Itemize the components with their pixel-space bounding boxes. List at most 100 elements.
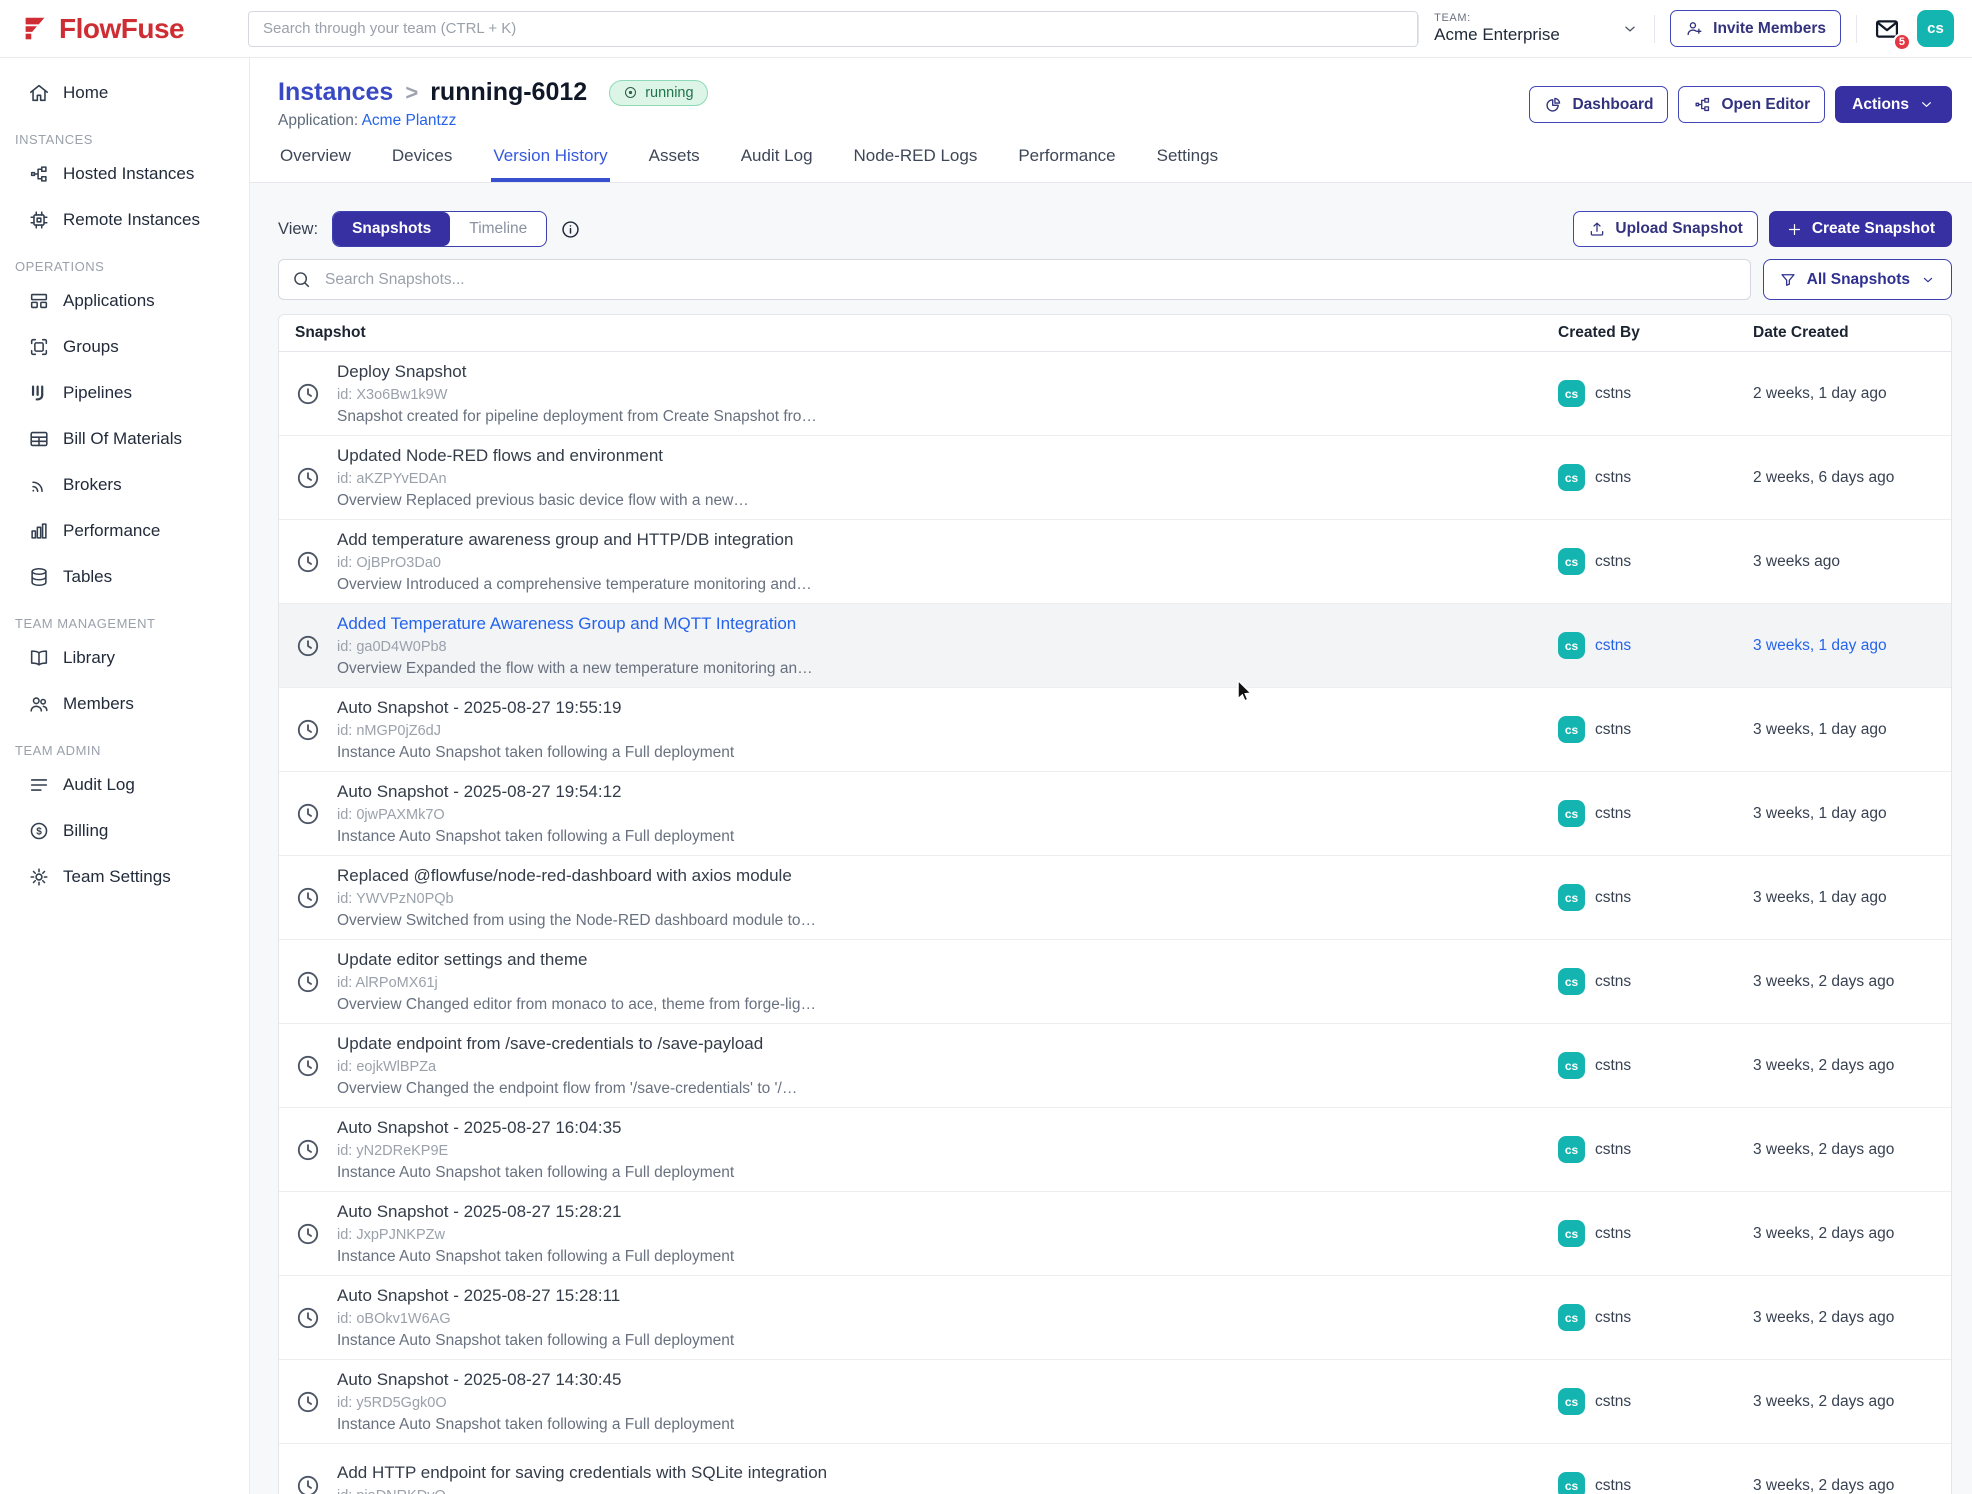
user-avatar[interactable]: cs — [1917, 10, 1954, 47]
sidebar-item-hosted-instances[interactable]: Hosted Instances — [0, 151, 249, 197]
table-row[interactable]: Add temperature awareness group and HTTP… — [279, 520, 1951, 604]
avatar: cs — [1558, 1052, 1585, 1079]
sidebar-item-audit-log[interactable]: Audit Log — [0, 762, 249, 808]
sidebar-item-tables[interactable]: Tables — [0, 554, 249, 600]
dashboard-label: Dashboard — [1572, 96, 1653, 114]
clock-icon — [295, 717, 321, 743]
date-created: 2 weeks, 1 day ago — [1753, 385, 1935, 403]
sidebar-section-instances: INSTANCES — [0, 132, 249, 147]
column-header-date-created: Date Created — [1753, 324, 1935, 342]
snapshot-filter-button[interactable]: All Snapshots — [1763, 259, 1952, 300]
sidebar-item-team-settings[interactable]: Team Settings — [0, 854, 249, 900]
table-row[interactable]: Auto Snapshot - 2025-08-27 16:04:35 id: … — [279, 1108, 1951, 1192]
table-row[interactable]: Auto Snapshot - 2025-08-27 19:54:12 id: … — [279, 772, 1951, 856]
tab-node-red-logs[interactable]: Node-RED Logs — [852, 146, 980, 182]
application-link[interactable]: Acme Plantzz — [362, 112, 457, 129]
tab-devices[interactable]: Devices — [390, 146, 454, 182]
breadcrumb-instances-link[interactable]: Instances — [278, 78, 393, 107]
sidebar-item-applications[interactable]: Applications — [0, 278, 249, 324]
snapshot-title[interactable]: Auto Snapshot - 2025-08-27 19:54:12 — [337, 782, 734, 802]
tab-audit-log[interactable]: Audit Log — [739, 146, 815, 182]
view-toggle-timeline[interactable]: Timeline — [450, 212, 546, 246]
dashboard-button[interactable]: Dashboard — [1529, 86, 1668, 123]
snapshot-description: Overview Introduced a comprehensive temp… — [337, 576, 812, 594]
team-selector[interactable]: TEAM: Acme Enterprise — [1434, 12, 1639, 45]
node-graph-icon — [1693, 95, 1712, 114]
actions-button[interactable]: Actions — [1835, 86, 1952, 123]
snapshot-title[interactable]: Update editor settings and theme — [337, 950, 816, 970]
notifications-badge: 5 — [1893, 33, 1911, 51]
view-toggle-snapshots[interactable]: Snapshots — [333, 212, 450, 246]
sidebar-item-library[interactable]: Library — [0, 635, 249, 681]
snapshot-cell: Add temperature awareness group and HTTP… — [295, 530, 1558, 594]
sidebar-item-remote-instances[interactable]: Remote Instances — [0, 197, 249, 243]
table-row[interactable]: Replaced @flowfuse/node-red-dashboard wi… — [279, 856, 1951, 940]
sidebar-section-operations: OPERATIONS — [0, 259, 249, 274]
table-row[interactable]: Deploy Snapshot id: X3o6Bw1k9W Snapshot … — [279, 352, 1951, 436]
info-button[interactable] — [560, 219, 581, 240]
snapshot-title[interactable]: Auto Snapshot - 2025-08-27 15:28:21 — [337, 1202, 734, 1222]
created-by-name: cstns — [1595, 805, 1631, 823]
invite-members-button[interactable]: Invite Members — [1670, 10, 1841, 47]
topbar-right: TEAM: Acme Enterprise Invite Members 5 c… — [1418, 10, 1972, 47]
tab-overview[interactable]: Overview — [278, 146, 353, 182]
table-row[interactable]: Auto Snapshot - 2025-08-27 15:28:11 id: … — [279, 1276, 1951, 1360]
snapshot-title[interactable]: Auto Snapshot - 2025-08-27 15:28:11 — [337, 1286, 734, 1306]
snapshot-text: Add HTTP endpoint for saving credentials… — [337, 1463, 827, 1494]
table-row[interactable]: Added Temperature Awareness Group and MQ… — [279, 604, 1951, 688]
sidebar-item-groups[interactable]: Groups — [0, 324, 249, 370]
snapshot-title[interactable]: Added Temperature Awareness Group and MQ… — [337, 614, 813, 634]
snapshot-search-input[interactable] — [278, 259, 1751, 300]
snapshot-title[interactable]: Deploy Snapshot — [337, 362, 817, 382]
brand[interactable]: FlowFuse — [0, 13, 248, 45]
created-by-name: cstns — [1595, 385, 1631, 403]
notifications-button[interactable]: 5 — [1872, 15, 1902, 43]
snapshot-title[interactable]: Auto Snapshot - 2025-08-27 19:55:19 — [337, 698, 734, 718]
table-row[interactable]: Auto Snapshot - 2025-08-27 19:55:19 id: … — [279, 688, 1951, 772]
sidebar-item-performance[interactable]: Performance — [0, 508, 249, 554]
table-row[interactable]: Auto Snapshot - 2025-08-27 14:30:45 id: … — [279, 1360, 1951, 1444]
snapshot-title[interactable]: Add HTTP endpoint for saving credentials… — [337, 1463, 827, 1483]
currency-icon: $ — [28, 820, 50, 842]
sidebar-item-home[interactable]: Home — [0, 70, 249, 116]
snapshot-title[interactable]: Add temperature awareness group and HTTP… — [337, 530, 812, 550]
upload-snapshot-button[interactable]: Upload Snapshot — [1573, 211, 1757, 247]
database-icon — [28, 566, 50, 588]
tab-version-history[interactable]: Version History — [491, 146, 609, 182]
date-created: 3 weeks, 2 days ago — [1753, 1057, 1935, 1075]
table-row[interactable]: Add HTTP endpoint for saving credentials… — [279, 1444, 1951, 1494]
upload-icon — [1588, 220, 1606, 238]
table-row[interactable]: Update endpoint from /save-credentials t… — [279, 1024, 1951, 1108]
sidebar-item-brokers[interactable]: Brokers — [0, 462, 249, 508]
chevron-down-icon — [1920, 272, 1936, 288]
sidebar-item-billing[interactable]: $ Billing — [0, 808, 249, 854]
created-by-name: cstns — [1595, 469, 1631, 487]
tab-assets[interactable]: Assets — [647, 146, 702, 182]
page-title: running-6012 — [430, 78, 587, 107]
snapshot-title[interactable]: Auto Snapshot - 2025-08-27 16:04:35 — [337, 1118, 734, 1138]
open-editor-button[interactable]: Open Editor — [1678, 86, 1825, 123]
snapshot-cell: Auto Snapshot - 2025-08-27 19:55:19 id: … — [295, 698, 1558, 762]
created-by-cell: cs cstns — [1558, 548, 1753, 575]
sidebar-item-label: Remote Instances — [63, 210, 200, 230]
sidebar-item-pipelines[interactable]: Pipelines — [0, 370, 249, 416]
snapshot-search — [278, 259, 1751, 300]
avatar: cs — [1558, 1220, 1585, 1247]
sidebar-item-members[interactable]: Members — [0, 681, 249, 727]
sidebar-item-bill-of-materials[interactable]: Bill Of Materials — [0, 416, 249, 462]
snapshot-title[interactable]: Auto Snapshot - 2025-08-27 14:30:45 — [337, 1370, 734, 1390]
create-snapshot-button[interactable]: Create Snapshot — [1769, 211, 1952, 247]
snapshot-title[interactable]: Replaced @flowfuse/node-red-dashboard wi… — [337, 866, 816, 886]
snapshot-title[interactable]: Updated Node-RED flows and environment — [337, 446, 749, 466]
snapshot-title[interactable]: Update endpoint from /save-credentials t… — [337, 1034, 797, 1054]
created-by-name: cstns — [1595, 1393, 1631, 1411]
table-row[interactable]: Auto Snapshot - 2025-08-27 15:28:21 id: … — [279, 1192, 1951, 1276]
table-row[interactable]: Updated Node-RED flows and environment i… — [279, 436, 1951, 520]
date-created: 3 weeks, 1 day ago — [1753, 889, 1935, 907]
table-row[interactable]: Update editor settings and theme id: AlR… — [279, 940, 1951, 1024]
tab-settings[interactable]: Settings — [1155, 146, 1220, 182]
tab-performance[interactable]: Performance — [1016, 146, 1117, 182]
global-search-input[interactable] — [248, 11, 1418, 47]
snapshot-cell: Add HTTP endpoint for saving credentials… — [295, 1463, 1558, 1494]
column-header-created-by: Created By — [1558, 324, 1753, 342]
